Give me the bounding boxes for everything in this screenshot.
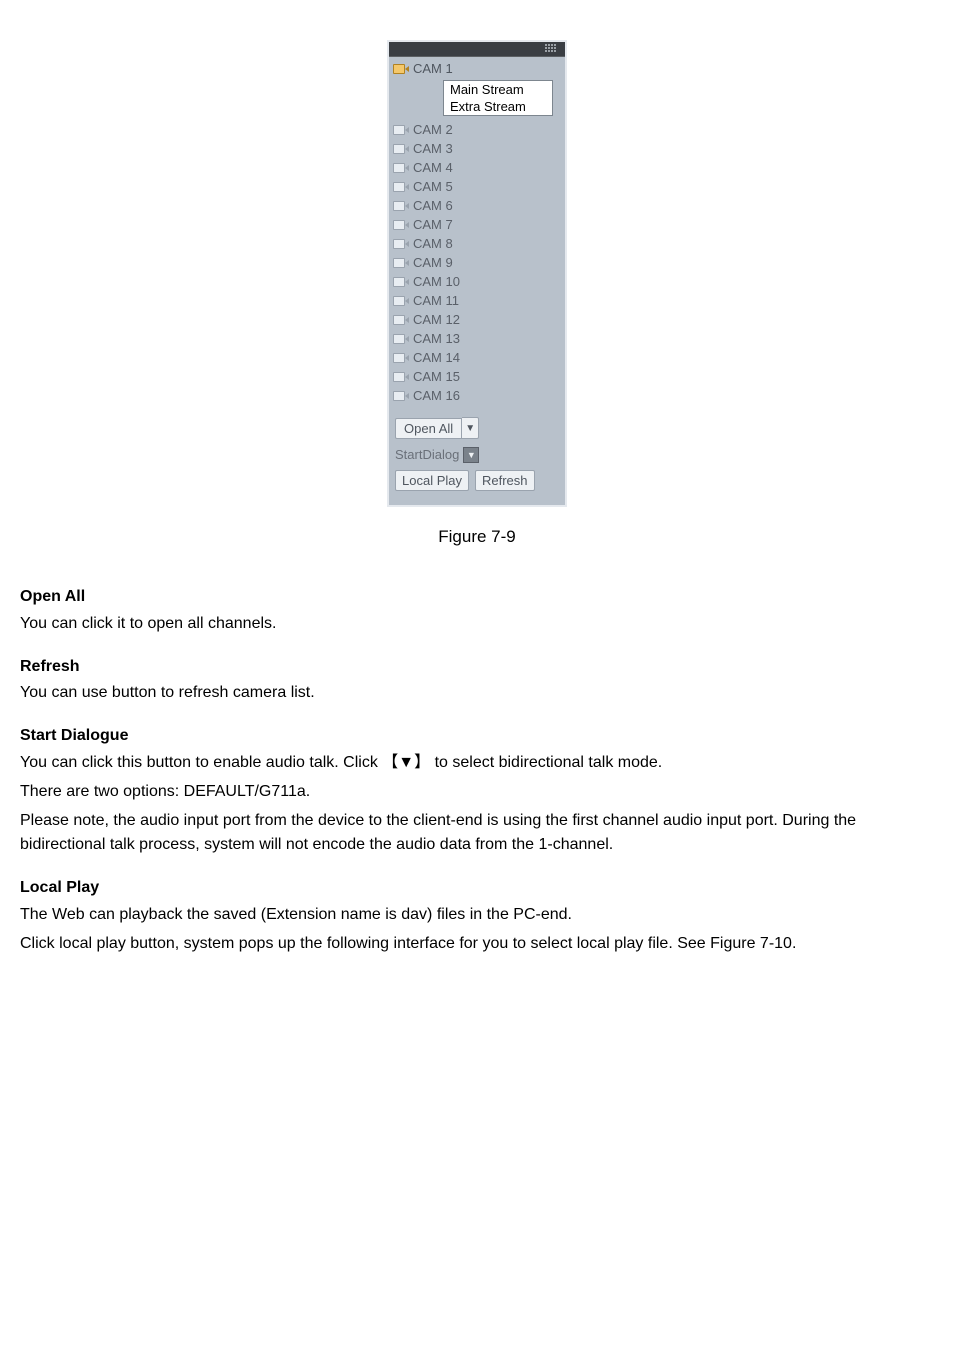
- camera-label: CAM 6: [413, 198, 453, 213]
- camera-icon: [393, 352, 409, 364]
- camera-item-6[interactable]: CAM 6: [389, 196, 565, 215]
- camera-label: CAM 7: [413, 217, 453, 232]
- open-all-dropdown-toggle[interactable]: ▼: [462, 417, 479, 439]
- paragraph: There are two options: DEFAULT/G711a.: [20, 780, 934, 805]
- figure-caption: Figure 7-9: [0, 527, 954, 547]
- camera-label: CAM 5: [413, 179, 453, 194]
- camera-icon: [393, 162, 409, 174]
- camera-item-12[interactable]: CAM 12: [389, 310, 565, 329]
- camera-item-8[interactable]: CAM 8: [389, 234, 565, 253]
- camera-icon: [393, 333, 409, 345]
- camera-label: CAM 10: [413, 274, 460, 289]
- panel-titlebar[interactable]: [389, 42, 565, 57]
- camera-item-15[interactable]: CAM 15: [389, 367, 565, 386]
- camera-icon: [393, 390, 409, 402]
- open-all-button[interactable]: Open All: [395, 418, 462, 439]
- camera-label: CAM 2: [413, 122, 453, 137]
- camera-label: CAM 14: [413, 350, 460, 365]
- camera-item-14[interactable]: CAM 14: [389, 348, 565, 367]
- stream-option-extra[interactable]: Extra Stream: [444, 98, 552, 115]
- camera-icon: [393, 295, 409, 307]
- camera-label: CAM 1: [413, 61, 453, 76]
- camera-item-5[interactable]: CAM 5: [389, 177, 565, 196]
- camera-item-2[interactable]: CAM 2: [389, 120, 565, 139]
- section-heading-local-play: Local Play: [20, 876, 934, 901]
- section-heading-refresh: Refresh: [20, 655, 934, 680]
- camera-icon: [393, 257, 409, 269]
- camera-item-9[interactable]: CAM 9: [389, 253, 565, 272]
- refresh-button[interactable]: Refresh: [475, 470, 535, 491]
- camera-item-3[interactable]: CAM 3: [389, 139, 565, 158]
- paragraph: You can use button to refresh camera lis…: [20, 681, 934, 706]
- camera-icon: [393, 63, 409, 75]
- panel-actions: Open All ▼ StartDialog ▼ Local Play Refr…: [389, 409, 565, 505]
- camera-icon: [393, 238, 409, 250]
- camera-icon: [393, 181, 409, 193]
- stream-option-main[interactable]: Main Stream: [444, 81, 552, 98]
- camera-item-1[interactable]: CAM 1: [389, 59, 565, 78]
- camera-icon: [393, 219, 409, 231]
- start-dialog-dropdown-toggle[interactable]: ▼: [463, 447, 479, 463]
- local-play-button[interactable]: Local Play: [395, 470, 469, 491]
- camera-icon: [393, 276, 409, 288]
- camera-label: CAM 11: [413, 293, 459, 308]
- camera-item-16[interactable]: CAM 16: [389, 386, 565, 405]
- drag-grip-icon[interactable]: [545, 44, 561, 54]
- camera-item-7[interactable]: CAM 7: [389, 215, 565, 234]
- camera-label: CAM 3: [413, 141, 453, 156]
- camera-label: CAM 13: [413, 331, 460, 346]
- camera-item-4[interactable]: CAM 4: [389, 158, 565, 177]
- camera-icon: [393, 371, 409, 383]
- camera-icon: [393, 200, 409, 212]
- camera-panel: CAM 1 Main Stream Extra Stream CAM 2 CAM…: [387, 40, 567, 507]
- camera-item-13[interactable]: CAM 13: [389, 329, 565, 348]
- paragraph: Please note, the audio input port from t…: [20, 809, 934, 859]
- camera-label: CAM 8: [413, 236, 453, 251]
- camera-icon: [393, 143, 409, 155]
- start-dialog-label[interactable]: StartDialog: [395, 445, 459, 464]
- document-body: Open All You can click it to open all ch…: [0, 547, 954, 1001]
- paragraph: Click local play button, system pops up …: [20, 932, 934, 957]
- paragraph: The Web can playback the saved (Extensio…: [20, 903, 934, 928]
- camera-icon: [393, 314, 409, 326]
- camera-item-11[interactable]: CAM 11: [389, 291, 565, 310]
- stream-context-menu: Main Stream Extra Stream: [443, 80, 553, 116]
- camera-list: CAM 1 Main Stream Extra Stream CAM 2 CAM…: [389, 57, 565, 409]
- camera-label: CAM 16: [413, 388, 460, 403]
- camera-label: CAM 12: [413, 312, 460, 327]
- camera-label: CAM 9: [413, 255, 453, 270]
- camera-icon: [393, 124, 409, 136]
- section-heading-open-all: Open All: [20, 585, 934, 610]
- paragraph: You can click it to open all channels.: [20, 612, 934, 637]
- paragraph: You can click this button to enable audi…: [20, 751, 934, 776]
- camera-label: CAM 15: [413, 369, 460, 384]
- camera-label: CAM 4: [413, 160, 453, 175]
- figure-container: CAM 1 Main Stream Extra Stream CAM 2 CAM…: [0, 40, 954, 547]
- camera-item-10[interactable]: CAM 10: [389, 272, 565, 291]
- section-heading-start-dialogue: Start Dialogue: [20, 724, 934, 749]
